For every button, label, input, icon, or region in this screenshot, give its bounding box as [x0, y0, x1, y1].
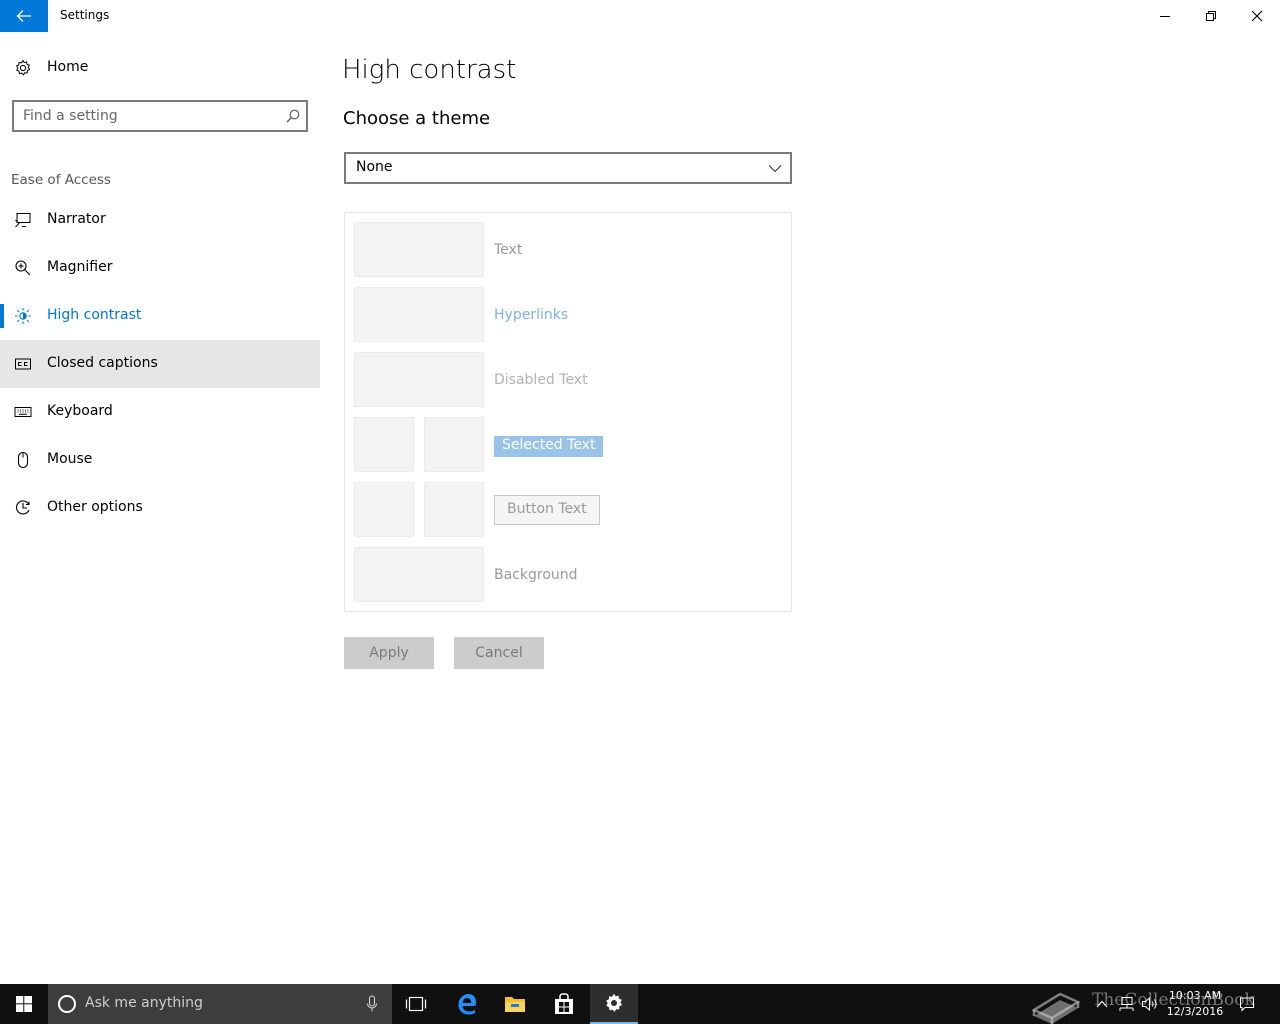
preview-background-label: Background: [494, 567, 578, 583]
search-icon[interactable]: [286, 109, 300, 123]
search-box[interactable]: [12, 100, 308, 132]
close-icon: [1251, 10, 1263, 22]
text-color-swatch[interactable]: [354, 222, 484, 277]
store-button[interactable]: [540, 984, 588, 1024]
settings-icon: [606, 993, 622, 1012]
nav-list: Narrator Magnifier High contrast Closed …: [0, 196, 320, 532]
sidebar-item-label: Closed captions: [47, 355, 158, 371]
preview-button-text-label: Button Text: [494, 495, 600, 525]
action-center-button[interactable]: [1234, 984, 1260, 1024]
cortana-icon: [58, 995, 76, 1013]
back-arrow-icon: [16, 10, 31, 22]
preview-disabled-text-label: Disabled Text: [494, 372, 588, 388]
file-explorer-button[interactable]: [491, 984, 539, 1024]
close-button[interactable]: [1234, 0, 1280, 32]
theme-select[interactable]: None: [344, 152, 792, 184]
closed-captions-icon: [15, 358, 31, 370]
clock[interactable]: 10:03 AM 12/3/2016: [1162, 988, 1228, 1020]
section-title: Choose a theme: [343, 108, 491, 129]
settings-taskbar-button[interactable]: [590, 984, 638, 1024]
title-bar: Settings: [0, 0, 1280, 32]
store-icon: [555, 993, 573, 1014]
minimize-button[interactable]: [1142, 0, 1188, 32]
narrator-icon: [15, 213, 31, 228]
keyboard-icon: [14, 407, 32, 417]
sidebar-item-label: High contrast: [47, 307, 142, 323]
background-color-swatch[interactable]: [354, 547, 484, 602]
back-button[interactable]: [0, 0, 48, 32]
restore-icon: [1206, 11, 1216, 21]
preview-text-label: Text: [494, 242, 523, 258]
restore-button[interactable]: [1188, 0, 1234, 32]
button-text-fg-swatch[interactable]: [354, 482, 414, 537]
action-center-icon: [1240, 997, 1254, 1012]
network-icon: [1119, 997, 1134, 1011]
show-hidden-icons-button[interactable]: [1094, 984, 1110, 1024]
selected-text-fg-swatch[interactable]: [354, 417, 414, 472]
cortana-search-box[interactable]: Ask me anything: [48, 984, 392, 1024]
windows-logo-icon: [16, 996, 32, 1012]
sidebar-item-label: Mouse: [47, 451, 93, 467]
taskbar: Ask me anything TheCollectionBook 10:03 …: [0, 984, 1280, 1024]
sidebar-item-other-options[interactable]: Other options: [0, 484, 320, 532]
sidebar-item-label: Home: [47, 59, 89, 75]
clock-time: 10:03 AM: [1168, 989, 1222, 1002]
edge-button[interactable]: [443, 984, 491, 1024]
hyperlink-color-swatch[interactable]: [354, 287, 484, 342]
file-explorer-icon: [505, 997, 525, 1012]
chevron-down-icon: [768, 165, 782, 173]
app-title: Settings: [60, 8, 110, 22]
sidebar-item-closed-captions[interactable]: Closed captions: [0, 340, 320, 388]
start-button[interactable]: [0, 984, 48, 1024]
disabled-text-color-swatch[interactable]: [354, 352, 484, 407]
preview-selected-text-label: Selected Text: [494, 436, 604, 457]
cortana-search-text: Ask me anything: [85, 995, 203, 1011]
clock-date: 12/3/2016: [1166, 1005, 1224, 1018]
sidebar: Home Ease of Access Narrator Magnifier: [0, 32, 320, 984]
section-label: Ease of Access: [11, 172, 111, 188]
book-logo-icon: [1031, 992, 1081, 1024]
sidebar-item-narrator[interactable]: Narrator: [0, 196, 320, 244]
page-title: High contrast: [342, 55, 517, 85]
network-button[interactable]: [1116, 984, 1136, 1024]
sidebar-item-label: Other options: [47, 499, 143, 515]
apply-button[interactable]: Apply: [344, 637, 434, 669]
magnifier-icon: [15, 260, 31, 276]
minimize-icon: [1160, 16, 1170, 17]
sidebar-item-mouse[interactable]: Mouse: [0, 436, 320, 484]
mouse-icon: [17, 451, 29, 469]
search-input[interactable]: [23, 106, 273, 126]
high-contrast-icon: [15, 308, 31, 324]
sidebar-item-high-contrast[interactable]: High contrast: [0, 292, 320, 340]
sidebar-item-label: Narrator: [47, 211, 106, 227]
sidebar-item-magnifier[interactable]: Magnifier: [0, 244, 320, 292]
gear-icon: [15, 59, 31, 76]
microphone-icon[interactable]: [366, 995, 378, 1013]
cancel-button[interactable]: Cancel: [454, 637, 544, 669]
theme-select-value: None: [356, 159, 393, 175]
task-view-icon: [405, 996, 427, 1012]
sidebar-item-home[interactable]: Home: [0, 48, 320, 88]
volume-button[interactable]: [1140, 984, 1160, 1024]
button-text-bg-swatch[interactable]: [424, 482, 484, 537]
selected-text-bg-swatch[interactable]: [424, 417, 484, 472]
other-options-icon: [15, 500, 30, 515]
edge-icon: [458, 994, 476, 1015]
task-view-button[interactable]: [392, 984, 440, 1024]
sidebar-item-keyboard[interactable]: Keyboard: [0, 388, 320, 436]
sidebar-item-label: Magnifier: [47, 259, 113, 275]
volume-icon: [1142, 996, 1157, 1012]
chevron-up-icon: [1096, 1000, 1108, 1008]
preview-hyperlinks-label: Hyperlinks: [494, 307, 569, 323]
theme-preview: Text Hyperlinks Disabled Text Selected T…: [344, 212, 792, 612]
sidebar-item-label: Keyboard: [47, 403, 113, 419]
